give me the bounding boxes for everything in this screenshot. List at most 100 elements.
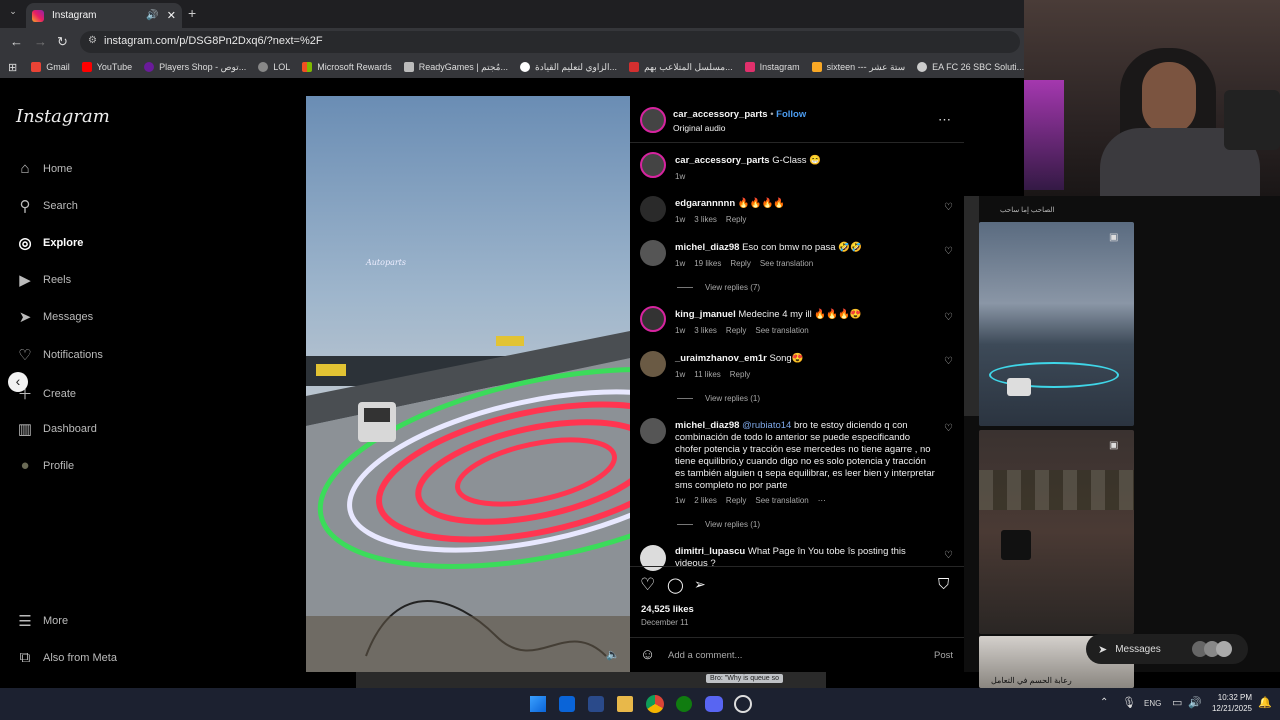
comment: king_jmanuel Medecine 4 my ill 🔥🔥🔥😍: [675, 309, 862, 320]
commenter-avatar[interactable]: [640, 545, 666, 571]
reel-icon: ▣: [1109, 440, 1119, 451]
bookmark-item[interactable]: ReadyGames | مُجتم...: [403, 62, 508, 73]
bookmark-icon: [917, 62, 928, 72]
explore-thumbnail[interactable]: ▣: [979, 430, 1134, 634]
close-tab-icon[interactable]: ✕: [167, 9, 176, 22]
speaker-icon[interactable]: 🔊: [146, 10, 158, 21]
nav-home[interactable]: ⌂ Home: [16, 160, 72, 177]
nav-reels[interactable]: ▶ Reels: [16, 271, 71, 289]
emoji-icon[interactable]: ☺: [640, 646, 655, 663]
like-comment-icon[interactable]: ♡: [944, 246, 953, 257]
nav-more[interactable]: ☰ More: [16, 612, 68, 630]
prev-post-button[interactable]: ‹: [8, 372, 28, 392]
nav-also-from-meta[interactable]: ⧉ Also from Meta: [16, 649, 117, 666]
author-username[interactable]: car_accessory_parts: [673, 109, 768, 120]
commenter-avatar[interactable]: [640, 306, 666, 332]
messages-pill[interactable]: ➤ Messages: [1086, 634, 1248, 664]
url-input[interactable]: ⚙ instagram.com/p/DSG8Pn2Dxq6/?next=%2F: [80, 31, 1020, 53]
nav-explore[interactable]: ◎ Explore: [16, 234, 83, 252]
post-video[interactable]: 🔈: [306, 96, 630, 672]
bookmark-item[interactable]: EA FC 26 SBC Soluti...: [917, 62, 1024, 72]
bookmark-item[interactable]: الزاوي لتعليم القيادة...: [519, 62, 617, 73]
bookmark-icon: [629, 62, 640, 72]
tab-title: Instagram: [52, 10, 97, 21]
post-comments-panel: car_accessory_parts • Follow Original au…: [630, 96, 964, 672]
site-info-icon[interactable]: ⚙: [88, 35, 97, 46]
view-replies-button[interactable]: View replies (1): [677, 394, 760, 403]
like-icon[interactable]: ♡: [640, 575, 655, 595]
like-comment-icon[interactable]: ♡: [944, 550, 953, 561]
comment: _uraimzhanov_em1r Song😍: [675, 353, 804, 364]
post-comment-button[interactable]: Post: [934, 650, 953, 661]
dashboard-icon: ▥: [17, 421, 33, 438]
microphone-icon[interactable]: 🎙: [1122, 696, 1136, 709]
heart-icon: ♡: [18, 347, 32, 364]
more-icon[interactable]: ⋯: [818, 496, 826, 505]
view-replies-button[interactable]: View replies (1): [677, 520, 760, 529]
start-icon[interactable]: [530, 696, 546, 712]
tab-search-icon[interactable]: ⌄: [6, 6, 20, 20]
commenter-avatar[interactable]: [640, 196, 666, 222]
mention-link[interactable]: @rubiato14: [742, 420, 791, 431]
comment-icon[interactable]: ◯: [667, 576, 684, 594]
nav-notifications[interactable]: ♡ Notifications: [16, 346, 103, 364]
discord-icon[interactable]: [705, 696, 723, 712]
outlook-icon[interactable]: [559, 696, 575, 712]
commenter-avatar[interactable]: [640, 418, 666, 444]
bookmark-item[interactable]: LOL: [258, 62, 290, 72]
follow-button[interactable]: Follow: [776, 109, 806, 120]
divider: [630, 142, 964, 143]
share-icon[interactable]: ➢: [694, 576, 706, 593]
bookmark-item[interactable]: مسلسل المتلاعب بهم...: [629, 62, 733, 73]
bookmark-icon: [744, 62, 755, 72]
nav-messages[interactable]: ➤ Messages: [16, 308, 93, 326]
save-icon[interactable]: ⛉: [938, 576, 949, 593]
xbox-icon[interactable]: [676, 696, 692, 712]
likes-count[interactable]: 24,525 likes: [641, 604, 694, 615]
avatar: [1216, 641, 1232, 657]
bookmark-item[interactable]: Gmail: [31, 62, 70, 72]
notification-bell-icon[interactable]: 🔔: [1258, 696, 1272, 709]
language-indicator[interactable]: ENG: [1144, 699, 1161, 708]
bookmark-item[interactable]: sixteen --- ستة عشر: [811, 62, 905, 73]
apps-grid-icon[interactable]: ⊞: [8, 61, 17, 74]
tray-chevron-icon[interactable]: ⌃: [1100, 697, 1108, 708]
back-icon[interactable]: ←: [10, 34, 23, 49]
store-icon[interactable]: [588, 696, 604, 712]
commenter-avatar[interactable]: [640, 351, 666, 377]
reload-icon[interactable]: ↻: [57, 34, 68, 50]
bookmark-item[interactable]: YouTube: [81, 62, 132, 72]
nav-profile[interactable]: ● Profile: [16, 457, 74, 474]
clock[interactable]: 10:32 PM 12/21/2025: [1210, 693, 1252, 713]
more-options-icon[interactable]: ⋯: [938, 112, 951, 128]
volume-icon[interactable]: 🔈: [606, 648, 620, 661]
audio-label[interactable]: Original audio: [673, 123, 725, 133]
view-replies-button[interactable]: View replies (7): [677, 283, 760, 292]
author-avatar[interactable]: [640, 107, 666, 133]
commenter-avatar[interactable]: [640, 240, 666, 266]
search-icon: ⚲: [19, 198, 31, 215]
comment-input[interactable]: Add a comment...: [668, 650, 742, 661]
bookmark-icon: [519, 62, 530, 72]
instagram-logo[interactable]: Instagram: [16, 106, 110, 127]
bookmark-item[interactable]: Players Shop - توص...: [144, 62, 246, 73]
volume-icon[interactable]: 🔊: [1188, 696, 1202, 709]
new-tab-button[interactable]: +: [188, 5, 196, 21]
chrome-icon[interactable]: [646, 695, 664, 713]
nav-search[interactable]: ⚲ Search: [16, 197, 78, 215]
like-comment-icon[interactable]: ♡: [944, 356, 953, 367]
network-icon[interactable]: ▭: [1172, 696, 1182, 709]
app-icon[interactable]: [734, 695, 752, 713]
bookmark-item[interactable]: Instagram: [744, 62, 800, 72]
bookmark-icon: [31, 62, 42, 72]
like-comment-icon[interactable]: ♡: [944, 312, 953, 323]
like-comment-icon[interactable]: ♡: [944, 423, 953, 434]
browser-tab[interactable]: Instagram 🔊 ✕: [26, 3, 182, 28]
forward-icon[interactable]: →: [34, 34, 47, 49]
explore-thumbnail[interactable]: ▣: [979, 222, 1134, 426]
file-explorer-icon[interactable]: [617, 696, 633, 712]
nav-dashboard[interactable]: ▥ Dashboard: [16, 420, 97, 438]
caption-avatar[interactable]: [640, 152, 666, 178]
bookmark-item[interactable]: Microsoft Rewards: [302, 62, 392, 72]
like-comment-icon[interactable]: ♡: [944, 202, 953, 213]
